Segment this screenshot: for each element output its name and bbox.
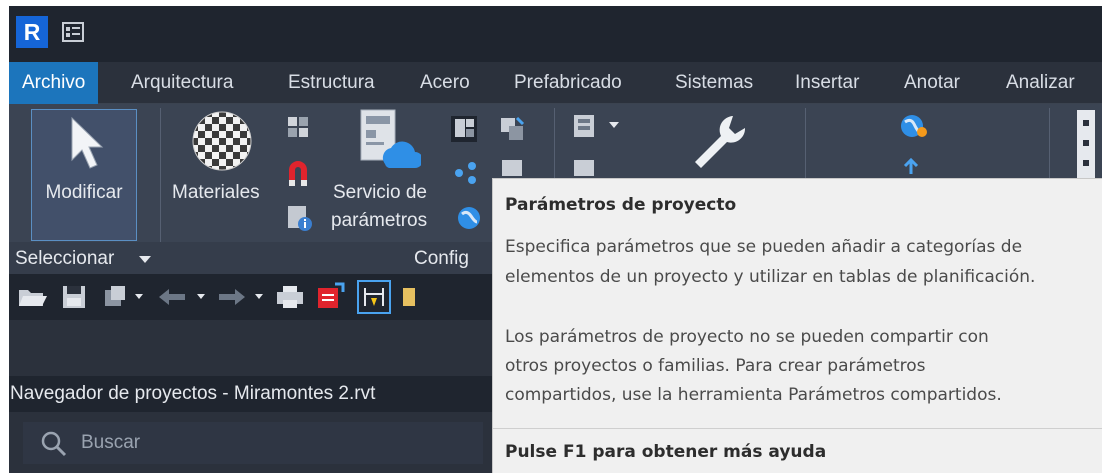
revit-logo[interactable]: R: [16, 16, 48, 48]
modificar-label: Modificar: [45, 182, 123, 203]
global-parameters-icon[interactable]: [453, 160, 479, 186]
tab-prefabricado[interactable]: Prefabricado: [514, 62, 622, 104]
panel-seleccionar[interactable]: Seleccionar: [15, 248, 114, 270]
search-placeholder: Buscar: [81, 432, 141, 453]
tooltip-title: Parámetros de proyecto: [505, 195, 737, 215]
redo-icon[interactable]: [217, 286, 247, 308]
project-info-icon[interactable]: [285, 204, 313, 232]
open-folder-icon[interactable]: [17, 284, 47, 310]
tab-anotar[interactable]: Anotar: [904, 62, 960, 104]
redo-dropdown-icon[interactable]: [255, 294, 263, 300]
browser-organization-icon[interactable]: [571, 158, 599, 178]
cursor-arrow-icon: [71, 116, 104, 169]
tab-analizar[interactable]: Analizar: [1006, 62, 1075, 104]
undo-dropdown-icon[interactable]: [197, 294, 205, 300]
coordinates-icon[interactable]: [901, 158, 921, 174]
print-icon[interactable]: [275, 284, 305, 310]
tooltip-desc-line1: Especifica parámetros que se pueden añad…: [505, 237, 1023, 257]
tooltip-note-line3: compartidos, use la herramienta Parámetr…: [505, 385, 1002, 405]
tooltip-note-line2: otros proyectos o familias. Para crear p…: [505, 356, 926, 376]
undo-icon[interactable]: [157, 286, 187, 308]
tab-estructura[interactable]: Estructura: [288, 62, 375, 104]
export-sheet-icon[interactable]: [315, 282, 345, 312]
ribbon-tabs: Archivo Arquitectura Estructura Acero Pr…: [9, 62, 1102, 104]
view-templates-icon[interactable]: [571, 112, 599, 140]
tab-arquitectura[interactable]: Arquitectura: [131, 62, 233, 104]
sync-central-icon[interactable]: [101, 284, 131, 310]
tooltip-note-line1: Los parámetros de proyecto no se pueden …: [505, 327, 989, 347]
tooltip-divider: [493, 428, 1102, 429]
tab-archivo[interactable]: Archivo: [9, 62, 99, 104]
servicio-label-line1[interactable]: Servicio de: [333, 182, 427, 204]
tab-acero[interactable]: Acero: [420, 62, 470, 104]
location-globe-icon[interactable]: [899, 112, 929, 142]
sync-dropdown-icon[interactable]: [135, 294, 143, 300]
transfer-standards-icon[interactable]: [499, 158, 525, 178]
measure-icon[interactable]: [401, 286, 417, 308]
materiales-label[interactable]: Materiales: [172, 182, 260, 204]
modificar-button[interactable]: Modificar: [31, 109, 137, 241]
settings-wrench-icon[interactable]: [687, 110, 747, 170]
dropdown-arrow-icon[interactable]: [609, 122, 619, 130]
aligned-dimension-icon[interactable]: [357, 280, 391, 314]
search-icon: [41, 431, 67, 457]
tooltip-project-parameters: Parámetros de proyecto Especifica paráme…: [492, 178, 1102, 473]
shared-parameters-icon[interactable]: [497, 114, 527, 144]
search-input[interactable]: Buscar: [23, 422, 483, 464]
save-icon[interactable]: [61, 284, 87, 310]
purge-globe-icon[interactable]: [455, 204, 483, 232]
tooltip-desc-line2: elementos de un proyecto y utilizar en t…: [505, 267, 1036, 287]
parameter-service-icon[interactable]: [355, 108, 421, 174]
materials-sphere-icon[interactable]: [191, 110, 253, 172]
seleccionar-dropdown-icon[interactable]: [139, 256, 151, 264]
more-tools-icon[interactable]: [1073, 110, 1097, 180]
tab-sistemas[interactable]: Sistemas: [675, 62, 753, 104]
snaps-magnet-icon[interactable]: [286, 158, 310, 188]
project-browser-icon[interactable]: [61, 20, 85, 44]
title-bar: R: [9, 6, 1102, 62]
tooltip-help-hint: Pulse F1 para obtener más ayuda: [505, 442, 827, 462]
revit-window: R Archivo Arquitectura Estructura Acero …: [9, 6, 1102, 473]
project-parameters-icon[interactable]: [449, 114, 479, 144]
object-styles-icon[interactable]: [285, 114, 311, 140]
panel-config[interactable]: Config: [414, 248, 469, 270]
servicio-label-line2[interactable]: parámetros: [331, 210, 427, 232]
tab-insertar[interactable]: Insertar: [795, 62, 859, 104]
